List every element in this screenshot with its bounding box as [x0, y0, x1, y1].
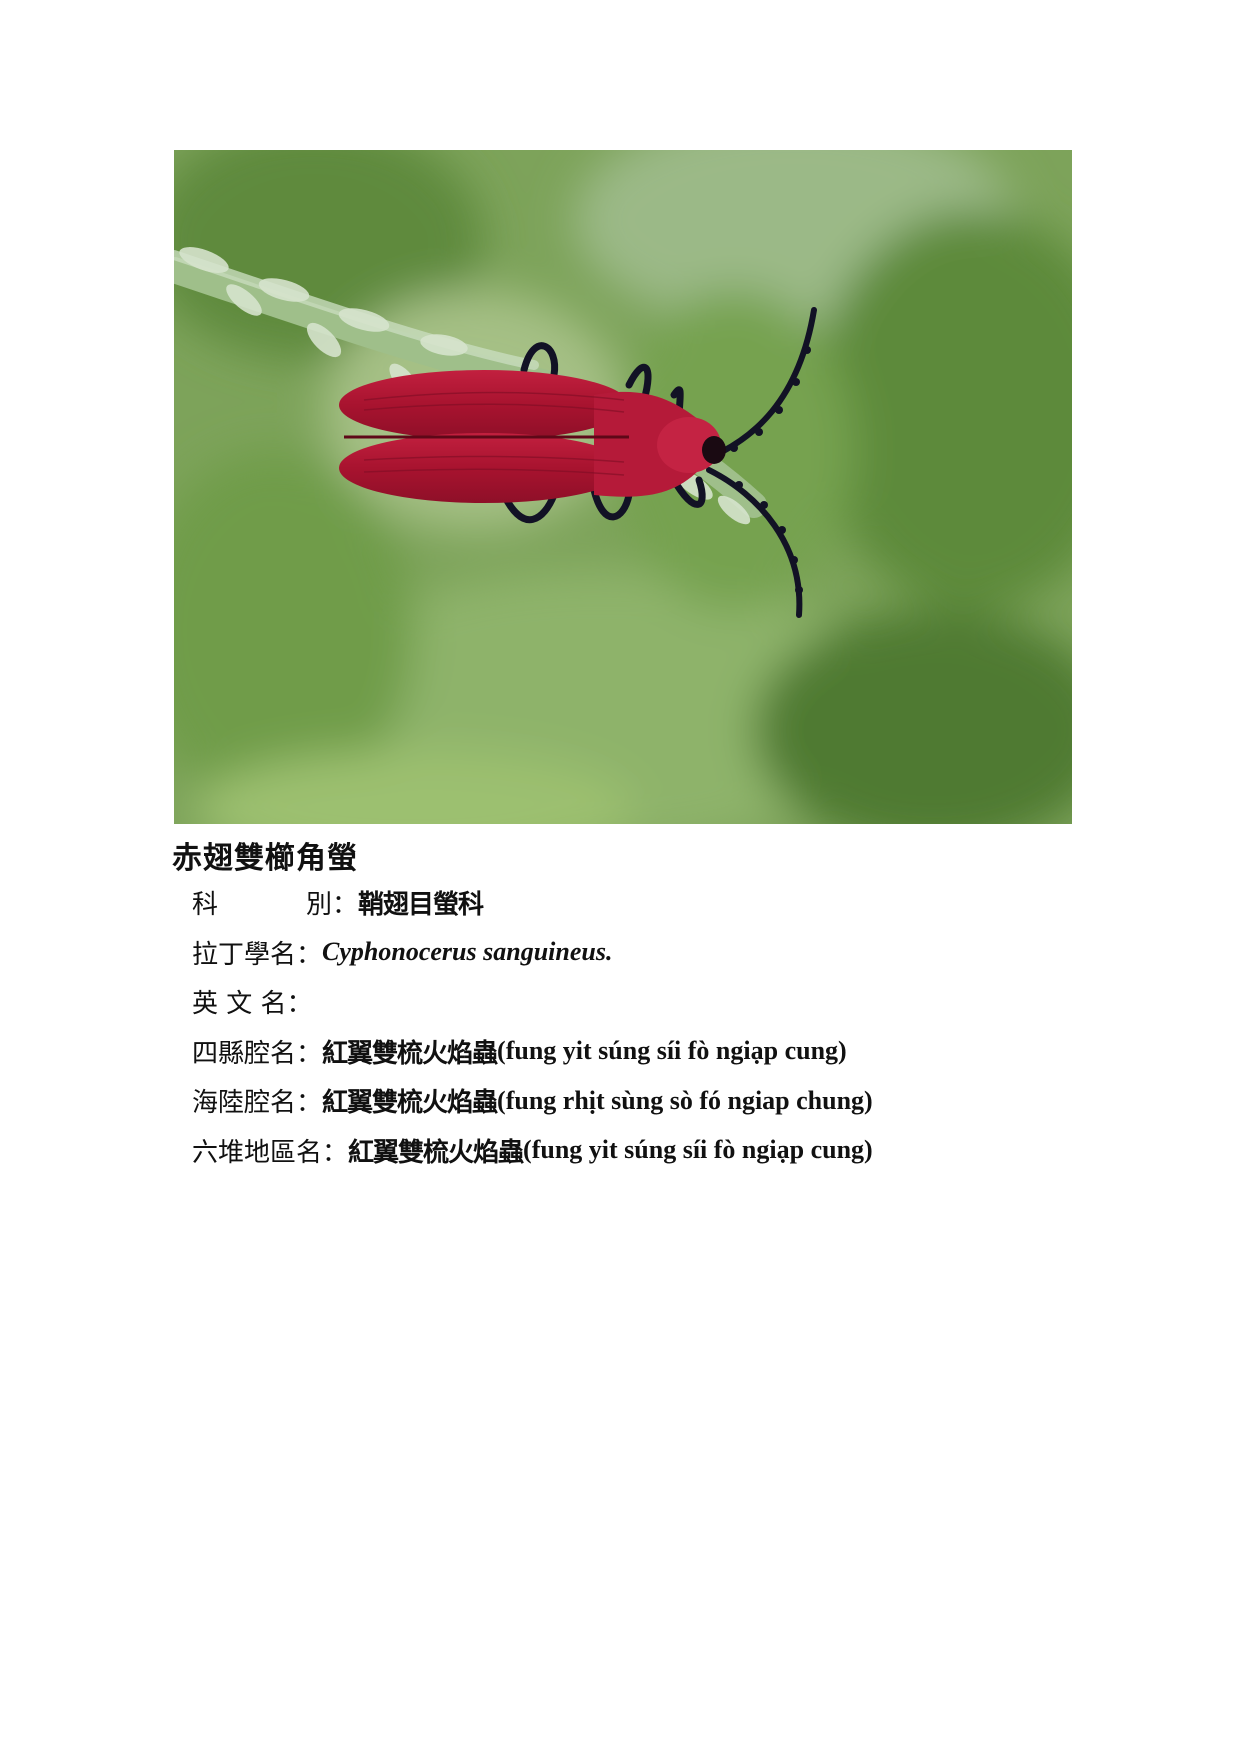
- liudui-label: 六堆地區名: [192, 1137, 323, 1168]
- liudui-name: 紅翼雙梳火焰蟲: [348, 1137, 524, 1168]
- hailu-label: 海陸腔名: [192, 1088, 297, 1119]
- latin-label: 拉丁學名: [192, 939, 297, 970]
- sixian-name: 紅翼雙梳火焰蟲: [322, 1038, 498, 1069]
- info-row-hailu: 海陸腔名 ： 紅翼雙梳火焰蟲 (fung rhịt sùng sò fó ngi…: [192, 1076, 873, 1126]
- beetle-photo: [174, 150, 1072, 824]
- colon: ：: [322, 1137, 349, 1168]
- colon: ：: [296, 1088, 323, 1119]
- english-label: 英 文 名: [192, 989, 287, 1020]
- family-value: 鞘翅目螢科: [358, 890, 484, 921]
- colon: ：: [286, 989, 313, 1020]
- sixian-label: 四縣腔名: [192, 1038, 297, 1069]
- hailu-name: 紅翼雙梳火焰蟲: [322, 1088, 498, 1119]
- info-row-english: 英 文 名 ：: [192, 977, 873, 1027]
- latin-value: Cyphonocerus sanguineus.: [322, 937, 613, 967]
- family-label: 科 別: [192, 890, 332, 921]
- liudui-romanization: (fung yit súng síi fò ngiạp cung): [523, 1135, 873, 1165]
- sixian-romanization: (fung yit súng síi fò ngiạp cung): [497, 1036, 847, 1066]
- colon: ：: [296, 939, 323, 970]
- hailu-romanization: (fung rhịt sùng sò fó ngiap chung): [497, 1085, 873, 1115]
- info-row-latin: 拉丁學名 ： Cyphonocerus sanguineus.: [192, 928, 873, 978]
- species-title: 赤翅雙櫛角螢: [172, 841, 358, 876]
- info-row-liudui: 六堆地區名 ： 紅翼雙梳火焰蟲 (fung yit súng síi fò ng…: [192, 1126, 873, 1176]
- species-info: 科 別 ： 鞘翅目螢科 拉丁學名 ： Cyphonocerus sanguine…: [192, 878, 873, 1175]
- colon: ：: [332, 890, 359, 921]
- info-row-sixian: 四縣腔名 ： 紅翼雙梳火焰蟲 (fung yit súng síi fò ngi…: [192, 1027, 873, 1077]
- colon: ：: [296, 1038, 323, 1069]
- info-row-family: 科 別 ： 鞘翅目螢科: [192, 878, 873, 928]
